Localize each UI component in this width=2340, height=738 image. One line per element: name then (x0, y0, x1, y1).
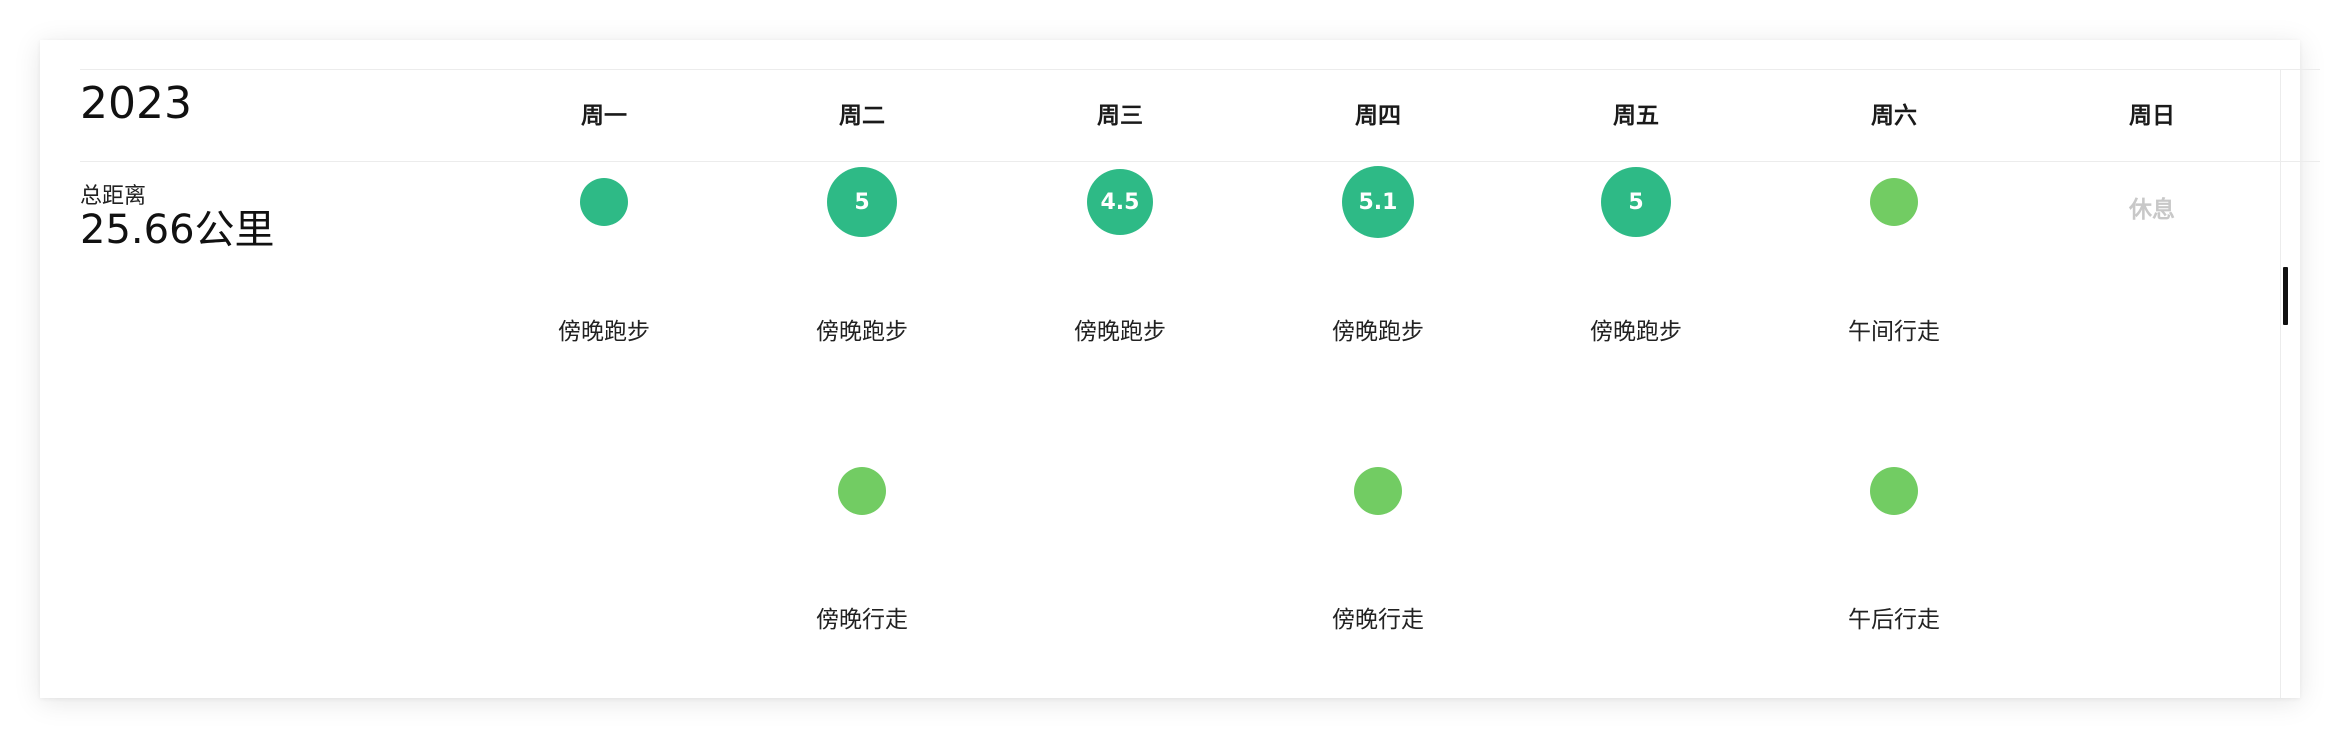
day-header-thu: 周四 (1355, 103, 1401, 129)
scrollbar-thumb[interactable] (2283, 267, 2288, 325)
rest-day-label-sun: 休息 (2129, 197, 2175, 223)
day-header-wed: 周三 (1097, 103, 1143, 129)
activity-label-tue-2[interactable]: 傍晚行走 (762, 600, 962, 634)
year-title: 2023 (80, 78, 192, 129)
activity-label-sat-2[interactable]: 午后行走 (1794, 600, 1994, 634)
activity-label-mon-1[interactable]: 傍晚跑步 (504, 312, 704, 346)
activity-label-thu-2[interactable]: 傍晚行走 (1278, 600, 1478, 634)
activity-dot-wed-1[interactable]: 4.5 (1087, 169, 1153, 235)
top-divider (80, 69, 2320, 70)
activity-label-fri-1[interactable]: 傍晚跑步 (1536, 312, 1736, 346)
activity-dot-sat-1[interactable] (1870, 178, 1918, 226)
day-header-sun: 周日 (2129, 103, 2175, 129)
day-header-sat: 周六 (1871, 103, 1917, 129)
activity-dot-thu-1[interactable]: 5.1 (1342, 166, 1414, 238)
header-divider (80, 161, 2320, 162)
activity-dot-tue-2[interactable] (838, 467, 886, 515)
activity-dot-fri-1[interactable]: 5 (1601, 167, 1671, 237)
activity-dot-tue-1[interactable]: 5 (827, 167, 897, 237)
total-distance-label: 总距离 (80, 184, 147, 209)
activity-label-sat-1[interactable]: 午间行走 (1794, 312, 1994, 346)
day-header-tue: 周二 (839, 103, 885, 129)
activity-label-tue-1[interactable]: 傍晚跑步 (762, 312, 962, 346)
activity-dot-thu-2[interactable] (1354, 467, 1402, 515)
activity-dot-sat-2[interactable] (1870, 467, 1918, 515)
activity-dot-mon-1[interactable] (580, 178, 628, 226)
activity-label-thu-1[interactable]: 傍晚跑步 (1278, 312, 1478, 346)
weekly-activity-calendar: 2023 周一 周二 周三 周四 周五 周六 周日 总距离 25.66公里 傍晚… (40, 40, 2320, 698)
activity-label-wed-1[interactable]: 傍晚跑步 (1020, 312, 1220, 346)
day-header-fri: 周五 (1613, 103, 1659, 129)
day-header-mon: 周一 (581, 103, 627, 129)
right-divider (2280, 69, 2281, 698)
total-distance-value: 25.66公里 (80, 207, 275, 253)
